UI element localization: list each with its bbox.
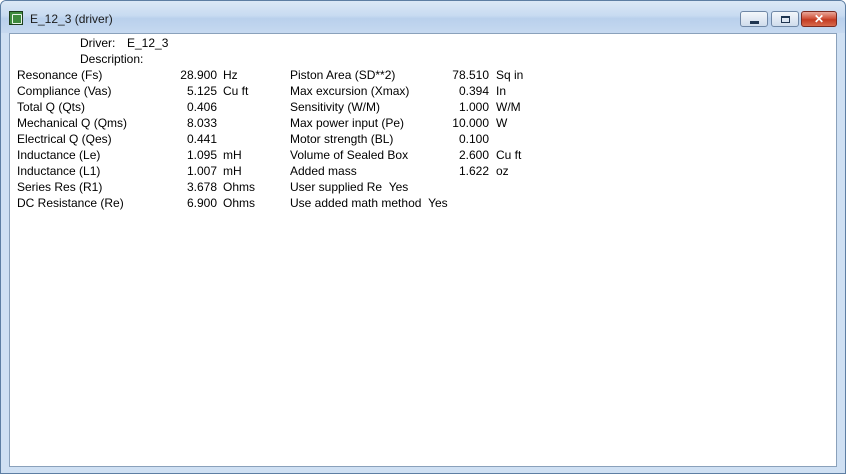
param-label: Total Q (Qts): [17, 100, 86, 114]
flag-row: User supplied Re Yes: [290, 180, 408, 194]
param-value: 1.095: [186, 148, 217, 162]
param-label: Volume of Sealed Box: [290, 148, 409, 162]
param-unit: W: [496, 116, 508, 130]
param-label: Max excursion (Xmax): [290, 84, 410, 98]
param-label: Added mass: [290, 164, 357, 178]
maximize-icon: [780, 15, 790, 23]
flag-value: Yes: [388, 180, 409, 194]
param-value: 1.622: [458, 164, 489, 178]
param-label: Compliance (Vas): [17, 84, 112, 98]
param-value: 1.000: [458, 100, 489, 114]
param-unit: In: [496, 84, 507, 98]
param-unit: oz: [496, 164, 509, 178]
param-label: Series Res (R1): [17, 180, 103, 194]
param-value: 28.900: [180, 68, 217, 82]
param-label: Resonance (Fs): [17, 68, 103, 82]
flag-row: Use added math method Yes: [290, 196, 448, 210]
close-icon: ✕: [813, 12, 825, 26]
close-button[interactable]: ✕: [801, 11, 837, 27]
driver-window: E_12_3 (driver) ✕ Driver: E_12_3 Descrip…: [0, 0, 846, 474]
param-value: 1.007: [186, 164, 217, 178]
param-unit: Hz: [223, 68, 238, 82]
param-unit: Ohms: [223, 180, 256, 194]
param-unit: mH: [223, 148, 242, 162]
driver-parameters-panel: Driver: E_12_3 Description: Resonance (F…: [9, 33, 837, 467]
driver-name: E_12_3: [127, 36, 169, 50]
flag-label: User supplied Re: [290, 180, 383, 194]
minimize-button[interactable]: [740, 11, 768, 27]
param-value: 10.000: [452, 116, 489, 130]
param-value: 2.600: [458, 148, 489, 162]
param-label: Max power input (Pe): [290, 116, 405, 130]
param-unit: Cu ft: [223, 84, 249, 98]
flag-value: Yes: [428, 196, 448, 210]
minimize-icon: [749, 20, 759, 24]
param-value: 0.394: [458, 84, 489, 98]
maximize-button[interactable]: [771, 11, 799, 27]
param-label: DC Resistance (Re): [17, 196, 124, 210]
window-title: E_12_3 (driver): [30, 12, 113, 26]
param-value: 0.406: [186, 100, 217, 114]
app-icon[interactable]: [9, 11, 23, 25]
param-label: Piston Area (SD**2): [290, 68, 396, 82]
param-value: 0.100: [458, 132, 489, 146]
param-value: 5.125: [186, 84, 217, 98]
param-unit: Cu ft: [496, 148, 522, 162]
param-label: Sensitivity (W/M): [290, 100, 380, 114]
title-bar[interactable]: E_12_3 (driver) ✕: [1, 1, 845, 33]
param-value: 6.900: [186, 196, 217, 210]
param-unit: Ohms: [223, 196, 256, 210]
description-label: Description:: [80, 52, 144, 66]
param-value: 0.441: [186, 132, 217, 146]
param-unit: Sq in: [496, 68, 524, 82]
param-unit: W/M: [496, 100, 521, 114]
flag-label: Use added math method: [290, 196, 422, 210]
driver-label: Driver:: [80, 36, 116, 50]
param-label: Inductance (L1): [17, 164, 101, 178]
param-unit: mH: [223, 164, 242, 178]
param-label: Electrical Q (Qes): [17, 132, 112, 146]
param-value: 3.678: [186, 180, 217, 194]
param-value: 8.033: [186, 116, 217, 130]
param-value: 78.510: [452, 68, 489, 82]
param-label: Mechanical Q (Qms): [17, 116, 128, 130]
param-label: Inductance (Le): [17, 148, 101, 162]
param-label: Motor strength (BL): [290, 132, 394, 146]
